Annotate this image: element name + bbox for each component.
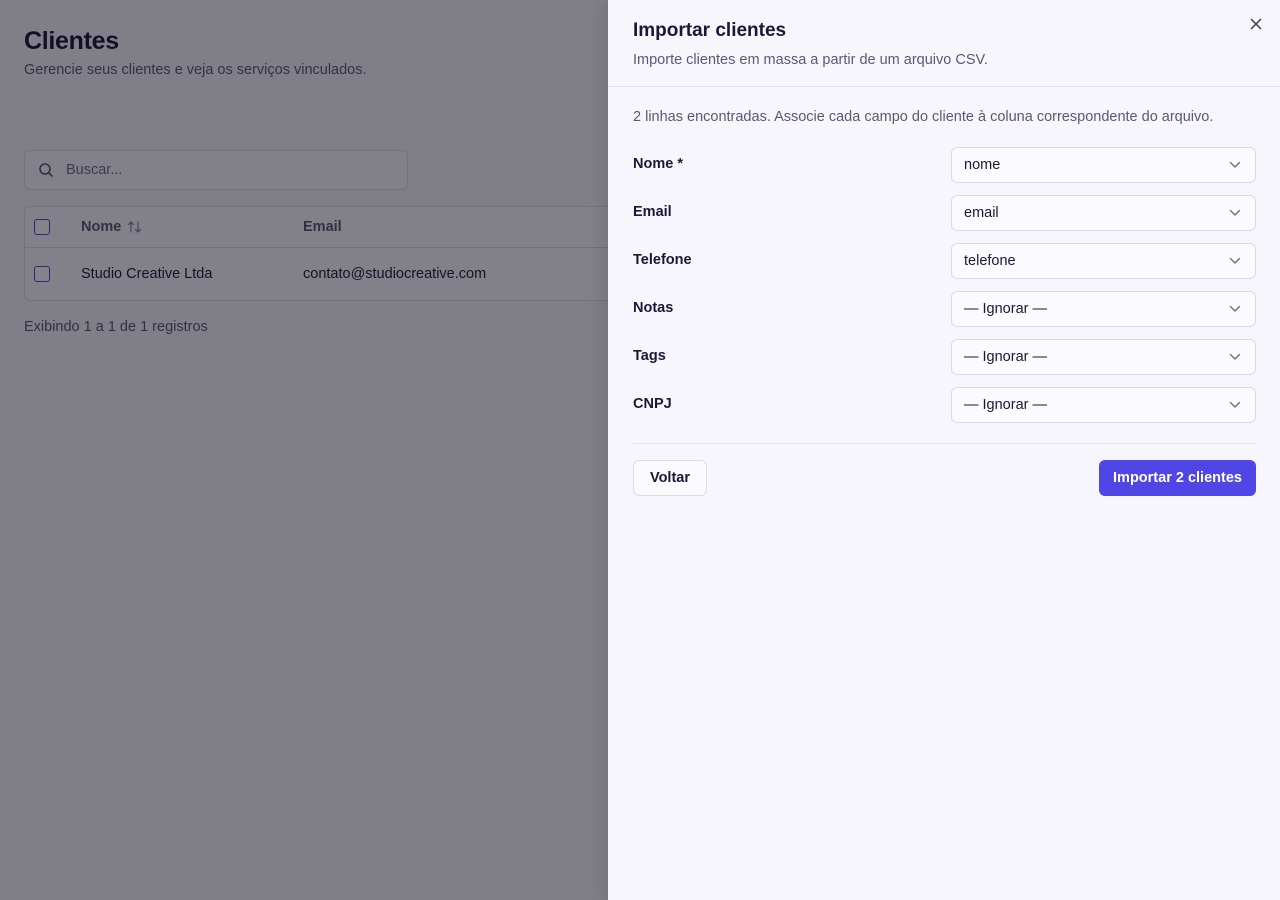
select-value: telefone xyxy=(964,253,1016,269)
sheet-header: Importar clientes Importe clientes em ma… xyxy=(608,0,1280,87)
field-label: CNPJ xyxy=(633,396,672,412)
chevron-down-icon xyxy=(1229,257,1241,265)
divider xyxy=(633,443,1256,444)
import-clients-button[interactable]: Importar 2 clientes xyxy=(1099,460,1256,496)
field-row-email: Email email xyxy=(633,195,1256,231)
field-label: Nome * xyxy=(633,156,683,172)
rows-found-info: 2 linhas encontradas. Associe cada campo… xyxy=(633,109,1214,125)
chevron-down-icon xyxy=(1229,401,1241,409)
select-value: — Ignorar — xyxy=(964,397,1047,413)
select-value: — Ignorar — xyxy=(964,301,1047,317)
column-select-telefone[interactable]: telefone xyxy=(951,243,1256,279)
import-clients-sheet: Importar clientes Importe clientes em ma… xyxy=(608,0,1280,900)
field-row-cnpj: CNPJ — Ignorar — xyxy=(633,387,1256,423)
select-value: email xyxy=(964,205,999,221)
select-value: — Ignorar — xyxy=(964,349,1047,365)
field-label: Tags xyxy=(633,348,666,364)
close-icon[interactable] xyxy=(1248,16,1264,32)
field-row-notas: Notas — Ignorar — xyxy=(633,291,1256,327)
field-label: Notas xyxy=(633,300,674,316)
select-value: nome xyxy=(964,157,1001,173)
column-select-email[interactable]: email xyxy=(951,195,1256,231)
column-select-nome[interactable]: nome xyxy=(951,147,1256,183)
sheet-description: Importe clientes em massa a partir de um… xyxy=(633,52,988,68)
chevron-down-icon xyxy=(1229,209,1241,217)
chevron-down-icon xyxy=(1229,353,1241,361)
field-row-nome: Nome * nome xyxy=(633,147,1256,183)
sheet-title: Importar clientes xyxy=(633,20,787,41)
chevron-down-icon xyxy=(1229,305,1241,313)
field-label: Telefone xyxy=(633,252,692,268)
column-select-tags[interactable]: — Ignorar — xyxy=(951,339,1256,375)
column-select-notas[interactable]: — Ignorar — xyxy=(951,291,1256,327)
chevron-down-icon xyxy=(1229,161,1241,169)
back-button[interactable]: Voltar xyxy=(633,460,707,496)
field-label: Email xyxy=(633,204,672,220)
column-select-cnpj[interactable]: — Ignorar — xyxy=(951,387,1256,423)
field-row-tags: Tags — Ignorar — xyxy=(633,339,1256,375)
field-row-telefone: Telefone telefone xyxy=(633,243,1256,279)
